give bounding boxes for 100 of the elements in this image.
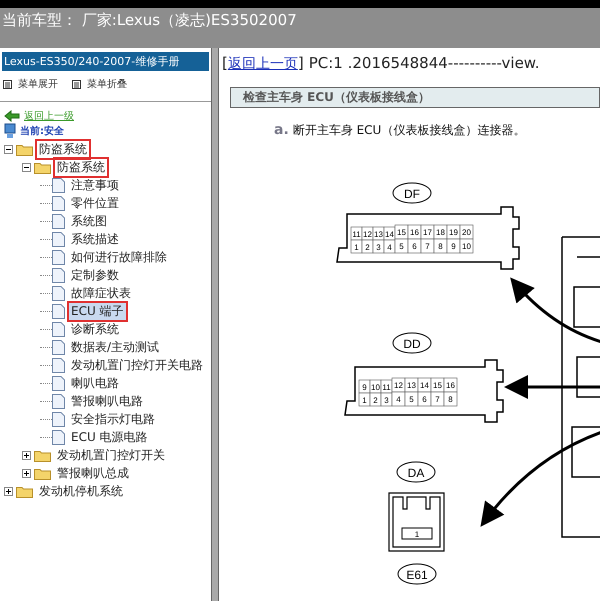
list-icon (72, 80, 81, 88)
pin-cell (418, 378, 432, 392)
pin-number: 3 (376, 243, 381, 252)
page-icon (52, 196, 65, 210)
pin-cell (444, 378, 458, 392)
page-icon (52, 268, 65, 282)
step-marker: a. (274, 122, 289, 138)
list-icon (3, 80, 12, 88)
tree-item[interactable]: 系统描述 (69, 230, 121, 248)
page-icon (52, 214, 65, 228)
pin-cell (358, 392, 370, 406)
page-icon (52, 394, 65, 408)
pin-cell (420, 224, 434, 240)
pin-cell (372, 226, 384, 240)
tree-item[interactable]: 警报喇叭电路 (69, 392, 145, 410)
tree-item[interactable]: 发动机停机系统 (37, 482, 125, 500)
pin-cell (384, 226, 396, 240)
folder-icon (16, 484, 33, 498)
menu-toggle-button[interactable]: 菜单展开 (3, 77, 58, 91)
tree-item[interactable]: 防盗系统 (37, 140, 89, 158)
pin-number: 8 (448, 395, 453, 404)
connector-label: DD (403, 337, 421, 351)
pin-cell (384, 240, 396, 254)
pin-number: 12 (394, 381, 403, 390)
pin-cell (402, 528, 432, 540)
expand-icon[interactable] (22, 450, 31, 460)
connector-label: DF (404, 187, 420, 201)
pin-cell (444, 392, 458, 406)
tree-item[interactable]: 故障症状表 (69, 284, 133, 302)
pin-cell (408, 224, 422, 240)
step-text: 断开主车身 ECU（仪表板接线盒）连接器。 (292, 122, 526, 139)
tree-item[interactable]: 诊断系统 (69, 320, 121, 338)
bracket: [ (222, 54, 228, 72)
connector-label-outline (392, 182, 432, 204)
pin-number: 1 (414, 530, 420, 539)
current-section: 当前:安全 (20, 124, 64, 138)
expand-icon[interactable] (22, 468, 31, 478)
pin-cell (350, 226, 362, 240)
tree-item[interactable]: ECU 端子 (69, 302, 126, 320)
tree-item[interactable]: 发动机置门控灯开关电路 (69, 356, 205, 374)
pin-number: 9 (451, 242, 456, 251)
folder-icon (34, 466, 51, 480)
page-info: PC:1 .2016548844----------view. (308, 54, 540, 72)
page-icon (52, 358, 65, 372)
pin-number: 1 (354, 243, 359, 252)
pin-number: 15 (433, 381, 442, 390)
tree-item[interactable]: 定制参数 (69, 266, 121, 284)
pin-number: 11 (352, 230, 361, 239)
pin-cell (430, 378, 444, 392)
tree-item[interactable]: 数据表/主动测试 (69, 338, 162, 356)
pin-number: 4 (387, 243, 392, 252)
tree-item[interactable]: 防盗系统 (55, 158, 107, 176)
connector-label: E61 (406, 568, 428, 582)
pin-number: 12 (363, 230, 372, 239)
connector-label: DA (408, 466, 424, 480)
tree-item[interactable]: 如何进行故障排除 (69, 248, 169, 266)
menu-toggle-button[interactable]: 菜单折叠 (72, 77, 127, 91)
pin-number: 1 (362, 396, 367, 405)
collapse-icon[interactable] (22, 162, 31, 172)
pin-cell (392, 392, 406, 406)
tree-item[interactable]: 喇叭电路 (69, 374, 121, 392)
pin-cell (350, 240, 362, 254)
pin-cell (408, 238, 422, 254)
pin-number: 6 (422, 395, 427, 404)
tree-item[interactable]: ECU 电源电路 (69, 428, 150, 446)
pin-number: 16 (446, 381, 455, 390)
expand-icon[interactable] (4, 486, 13, 496)
tree-item[interactable]: 警报喇叭总成 (55, 464, 131, 482)
pin-number: 11 (382, 383, 391, 392)
connector-label-outline (396, 462, 436, 482)
pin-cell (420, 238, 434, 254)
pin-number: 4 (396, 395, 401, 404)
pin-cell (370, 380, 382, 394)
tree-item[interactable]: 注意事项 (69, 176, 121, 194)
back-arrow-icon (4, 110, 20, 122)
pin-cell (362, 240, 374, 254)
pin-cell (358, 380, 370, 394)
pin-number: 16 (410, 228, 419, 237)
section-heading: 检查主车身 ECU（仪表板接线盒） (230, 87, 600, 108)
tree-item[interactable]: 系统图 (69, 212, 109, 230)
back-link[interactable]: 返回上一级 (24, 108, 74, 122)
pin-number: 14 (420, 381, 429, 390)
tree-item[interactable]: 零件位置 (69, 194, 121, 212)
bracket: ] (298, 54, 304, 72)
page-icon (52, 286, 65, 300)
pin-cell (380, 392, 392, 406)
collapse-icon[interactable] (4, 144, 13, 154)
tree-item[interactable]: 安全指示灯电路 (69, 410, 157, 428)
page-icon (52, 250, 65, 264)
connector-housing (388, 492, 445, 552)
pin-cell (394, 224, 408, 240)
back-page-link[interactable]: 返回上一页 (228, 55, 298, 73)
page-icon (52, 412, 65, 426)
pin-number: 5 (409, 395, 414, 404)
pin-cell (446, 224, 460, 240)
tree-item[interactable]: 发动机置门控灯开关 (55, 446, 167, 464)
pin-number: 10 (462, 242, 471, 251)
pin-cell (404, 392, 418, 406)
pin-number: 9 (362, 383, 367, 392)
pin-number: 3 (384, 396, 389, 405)
